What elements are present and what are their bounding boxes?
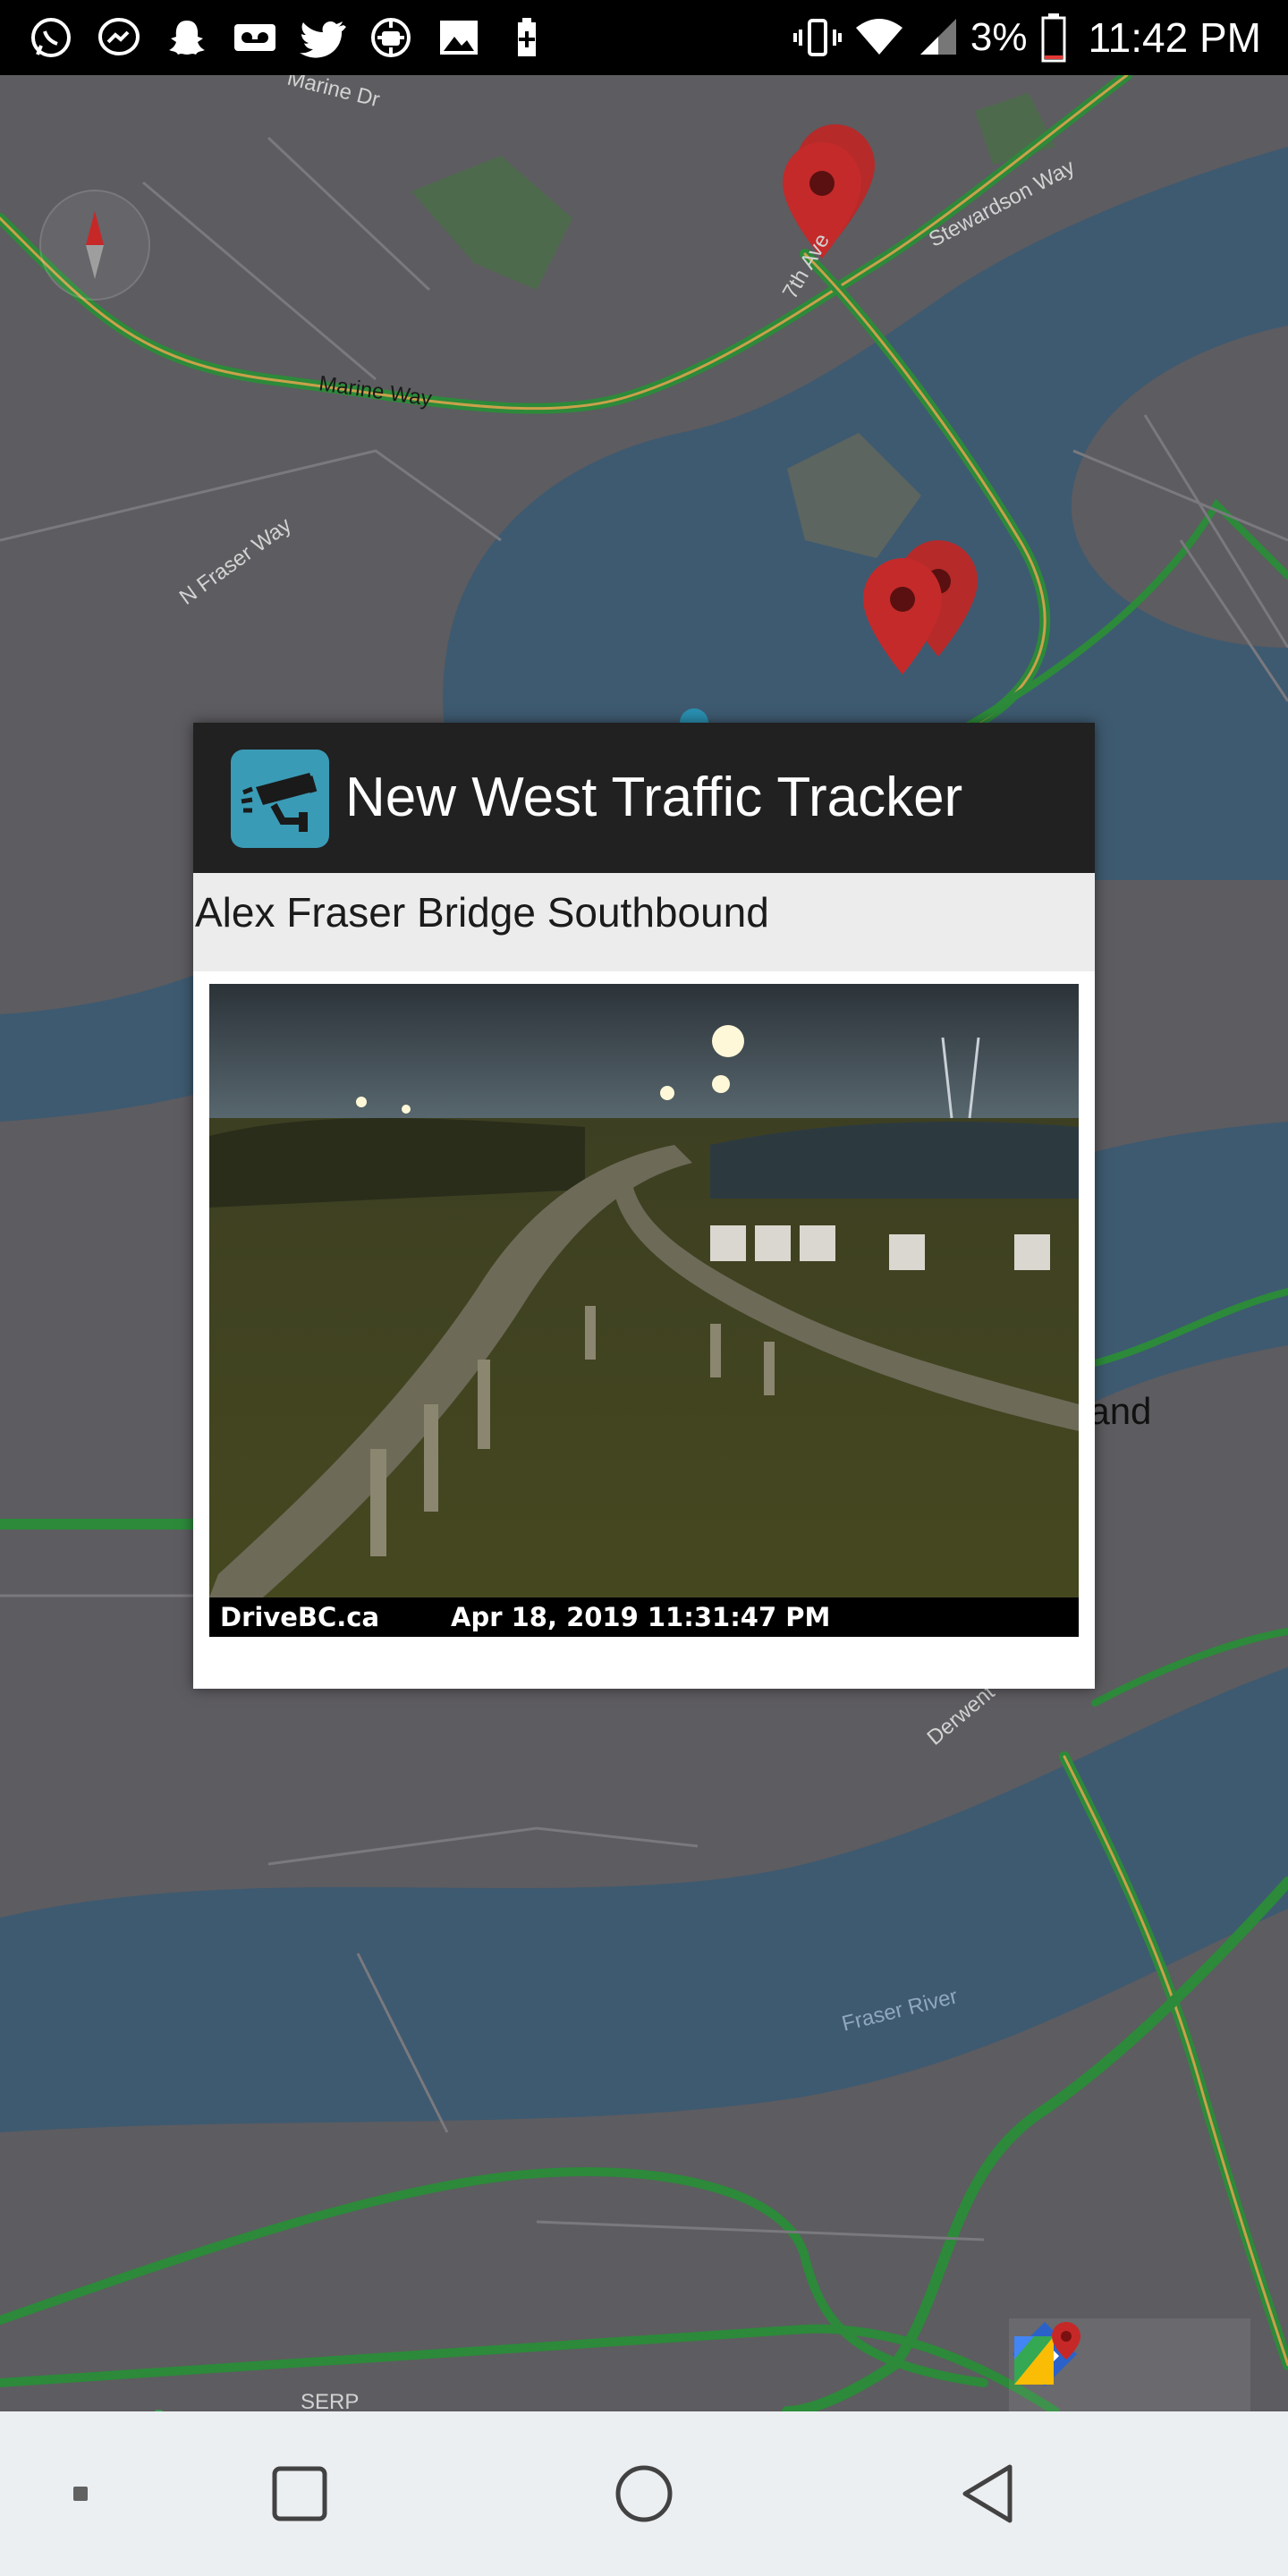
messenger-icon: [95, 13, 143, 62]
battery-saver-icon: [503, 13, 551, 62]
compass-icon: [86, 211, 104, 279]
image-icon: [435, 13, 483, 62]
signal-icon: [919, 19, 956, 55]
navigation-bar: [0, 2411, 1288, 2576]
vibrate-icon: [792, 19, 842, 56]
clock: 11:42 PM: [1088, 14, 1261, 61]
image-timestamp: Apr 18, 2019 11:31:47 PM: [451, 1602, 831, 1632]
compass-button[interactable]: [39, 190, 150, 301]
status-bar: 3% 11:42 PM: [0, 0, 1288, 75]
open-in-maps-button[interactable]: [1014, 2318, 1250, 2411]
back-button[interactable]: [939, 2411, 1038, 2576]
menu-dot-icon: [73, 2487, 88, 2501]
home-icon: [615, 2465, 673, 2522]
android-debug-icon: [367, 13, 415, 62]
home-button[interactable]: [595, 2411, 693, 2576]
wifi-icon: [855, 19, 902, 55]
back-icon: [962, 2464, 1013, 2523]
map-toolbar: [1009, 2318, 1250, 2411]
camera-photo: [209, 984, 1079, 1597]
camera-caption: DriveBC.ca Apr 18, 2019 11:31:47 PM: [209, 1597, 1079, 1637]
voicemail-icon: [231, 13, 279, 62]
street-label: SERP: [301, 2390, 360, 2411]
snapchat-icon: [163, 13, 211, 62]
system-status: 3% 11:42 PM: [792, 0, 1261, 75]
image-source: DriveBC.ca: [220, 1602, 380, 1632]
recent-apps-icon: [272, 2466, 327, 2521]
dialog-title: New West Traffic Tracker: [345, 767, 963, 828]
camera-name: Alex Fraser Bridge Southbound: [193, 873, 1095, 971]
battery-icon: [1041, 13, 1066, 63]
battery-percent: 3%: [970, 15, 1028, 59]
google-logo: Google: [20, 2401, 194, 2411]
google-maps-icon: [1014, 2322, 1080, 2385]
dialog-header: New West Traffic Tracker: [193, 723, 1095, 873]
app-icon: [231, 750, 329, 848]
whatsapp-icon: [27, 13, 75, 62]
traffic-camera-image[interactable]: DriveBC.ca Apr 18, 2019 11:31:47 PM: [209, 984, 1079, 1637]
security-camera-icon: [241, 773, 318, 832]
menu-button[interactable]: [36, 2411, 125, 2576]
notification-icons: [27, 11, 551, 64]
camera-dialog: New West Traffic Tracker Alex Fraser Bri…: [193, 723, 1095, 1689]
twitter-icon: [299, 13, 347, 62]
recent-apps-button[interactable]: [250, 2411, 349, 2576]
